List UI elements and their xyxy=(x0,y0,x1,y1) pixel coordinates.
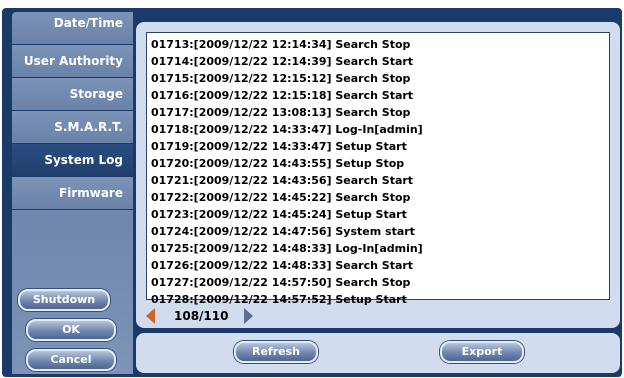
sidebar-item-system-log[interactable]: System Log xyxy=(12,144,133,176)
log-entry: 01713:[2009/12/22 12:14:34] Search Stop xyxy=(151,38,411,51)
refresh-button[interactable]: Refresh xyxy=(234,341,318,363)
log-entry: 01722:[2009/12/22 14:45:22] Search Stop xyxy=(151,191,411,204)
sidebar-item-firmware[interactable]: Firmware xyxy=(12,177,133,209)
sidebar-item-date-time[interactable]: Date/Time xyxy=(12,12,133,44)
log-entry: 01727:[2009/12/22 14:57:50] Search Stop xyxy=(151,276,411,289)
log-entry: 01717:[2009/12/22 13:08:13] Search Stop xyxy=(151,106,411,119)
sidebar-item-label: Date/Time xyxy=(53,16,123,30)
sidebar-item-label: S.M.A.R.T. xyxy=(54,120,123,134)
triangle-right-icon[interactable] xyxy=(244,308,253,324)
log-entry: 01714:[2009/12/22 12:14:39] Search Start xyxy=(151,55,414,68)
log-entry: 01725:[2009/12/22 14:48:33] Log-In[admin… xyxy=(151,242,423,255)
log-panel: 01713:[2009/12/22 12:14:34] Search Stop … xyxy=(136,22,620,328)
log-entry: 01721:[2009/12/22 14:43:56] Search Start xyxy=(151,174,414,187)
page-indicator: 108/110 xyxy=(174,309,229,323)
export-button[interactable]: Export xyxy=(440,341,524,363)
log-entry: 01716:[2009/12/22 12:15:18] Search Start xyxy=(151,89,414,102)
log-entry: 01726:[2009/12/22 14:48:33] Search Start xyxy=(151,259,414,272)
log-entry: 01715:[2009/12/22 12:15:12] Search Stop xyxy=(151,72,411,85)
log-entry: 01728:[2009/12/22 14:57:52] Setup Start xyxy=(151,293,407,306)
sidebar-item-user-authority[interactable]: User Authority xyxy=(12,45,133,77)
log-list-box[interactable]: 01713:[2009/12/22 12:14:34] Search Stop … xyxy=(146,32,610,306)
log-entry: 01718:[2009/12/22 14:33:47] Log-In[admin… xyxy=(151,123,423,136)
sidebar-item-label: System Log xyxy=(44,153,123,167)
log-list: 01713:[2009/12/22 12:14:34] Search Stop … xyxy=(151,36,423,308)
sidebar-item-label: User Authority xyxy=(23,54,123,68)
action-bar: Refresh Export xyxy=(136,333,620,373)
sidebar-item-label: Firmware xyxy=(59,186,123,200)
ok-button[interactable]: OK xyxy=(26,319,116,341)
log-entry: 01720:[2009/12/22 14:43:55] Setup Stop xyxy=(151,157,405,170)
triangle-left-icon[interactable] xyxy=(146,308,155,324)
shutdown-button[interactable]: Shutdown xyxy=(18,289,110,311)
log-entry: 01719:[2009/12/22 14:33:47] Setup Start xyxy=(151,140,407,153)
log-entry: 01724:[2009/12/22 14:47:56] System start xyxy=(151,225,415,238)
sidebar-item-label: Storage xyxy=(69,87,123,101)
sidebar-item-smart[interactable]: S.M.A.R.T. xyxy=(12,111,133,143)
cancel-button[interactable]: Cancel xyxy=(26,349,116,371)
log-entry: 01723:[2009/12/22 14:45:24] Setup Start xyxy=(151,208,407,221)
sidebar-item-storage[interactable]: Storage xyxy=(12,78,133,110)
